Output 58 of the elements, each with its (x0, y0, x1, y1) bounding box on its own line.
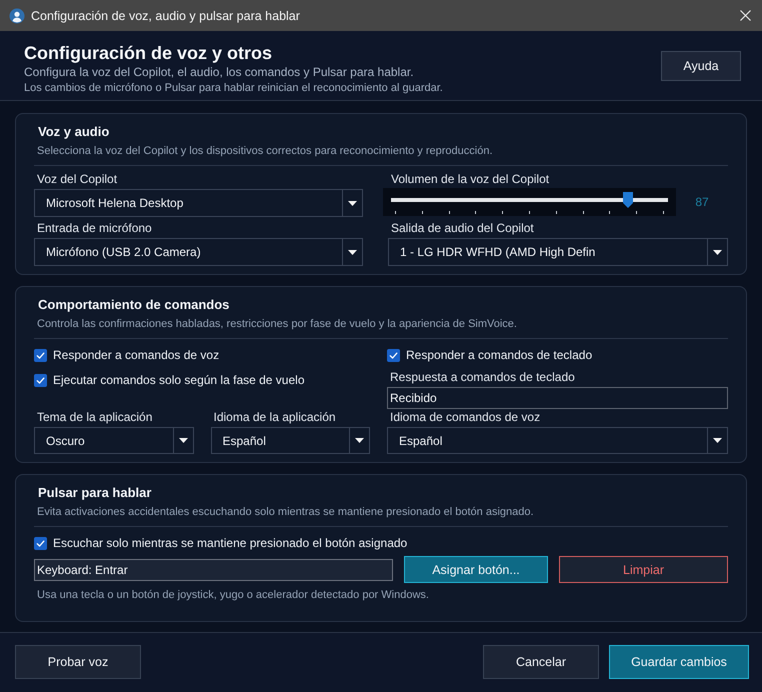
slider-thumb[interactable] (623, 192, 634, 208)
clear-button[interactable]: Limpiar (559, 556, 728, 583)
key-binding-field[interactable]: Keyboard: Entrar (34, 558, 393, 580)
field-label: Respuesta a comandos de teclado (390, 370, 575, 384)
close-icon[interactable] (740, 10, 751, 21)
text-field[interactable]: Recibido (387, 387, 728, 409)
caret-icon (713, 250, 722, 254)
field-label: Idioma de la aplicación (214, 410, 336, 424)
slider-tick (528, 211, 530, 214)
checkbox[interactable] (34, 536, 47, 550)
caret-icon (355, 438, 364, 443)
slider-tick (395, 211, 396, 214)
app-icon (9, 8, 25, 24)
slider-tick (422, 211, 423, 214)
checkbox[interactable] (34, 374, 47, 386)
hint-text: Usa una tecla o un botón de joystick, yugo o acelerador detectado por Windows. (37, 589, 429, 601)
dropdown[interactable]: Español (387, 427, 728, 454)
section-title: Comportamiento de comandos (38, 296, 230, 314)
checkbox-label[interactable]: Responder a comandos de voz (53, 348, 220, 362)
dropdown[interactable]: Microsoft Helena Desktop (34, 189, 363, 217)
dialog-note: Los cambios de micrófono o Pulsar para hablar reinician el reconocimiento al guardar. (24, 81, 443, 96)
section-title: Voz y audio (38, 123, 110, 141)
section-title: Pulsar para hablar (38, 484, 152, 502)
field-label: Tema de la aplicación (37, 410, 152, 424)
assign-button[interactable]: Asignar botón... (404, 556, 548, 583)
section-description: Evita activaciones accidentales escuchando solo mientras se mantiene presionado el botón asignado. (37, 505, 534, 520)
checkbox-label[interactable]: Escuchar solo mientras se mantiene presionado el botón asignado (53, 536, 408, 550)
checkbox-label[interactable]: Ejecutar comandos solo según la fase de vuelo (53, 373, 304, 387)
checkbox-label[interactable]: Responder a comandos de teclado (406, 348, 592, 362)
caret-icon (713, 438, 722, 443)
slider-tick (636, 211, 638, 214)
save-button[interactable]: Guardar cambios (609, 645, 749, 679)
test-voice-button[interactable]: Probar voz (15, 645, 141, 679)
caret-icon (348, 200, 357, 206)
section-description: Controla las confirmaciones habladas, restricciones por fase de vuelo y la apariencia de SimVoice. (37, 317, 517, 332)
field-label: Idioma de comandos de voz (390, 410, 540, 424)
field-label: Voz del Copilot (37, 172, 118, 186)
slider-tick (502, 211, 504, 214)
caret-icon (348, 250, 357, 254)
slider-tick (662, 211, 664, 214)
window-title: Configuración de voz, audio y pulsar para hablar (31, 8, 300, 22)
field-label: Volumen de la voz del Copilot (391, 172, 550, 186)
checkbox[interactable] (387, 348, 400, 362)
help-button[interactable]: Ayuda (661, 51, 741, 81)
checkbox[interactable] (34, 348, 47, 362)
cancel-button[interactable]: Cancelar (483, 645, 599, 679)
dropdown[interactable]: 1 - LG HDR WFHD (AMD High Defin (388, 238, 728, 266)
dropdown[interactable]: Micrófono (USB 2.0 Camera) (34, 238, 363, 266)
field-label: Salida de audio del Copilot (391, 221, 534, 235)
dialog-heading: Configuración de voz y otros (24, 42, 272, 64)
field-label: Entrada de micrófono (37, 221, 152, 235)
slider-tick (556, 211, 557, 214)
dialog-subtitle: Configura la voz del Copilot, el audio, los comandos y Pulsar para hablar. (24, 64, 414, 80)
dropdown[interactable]: Español (210, 427, 370, 454)
dropdown[interactable]: Oscuro (34, 427, 194, 454)
volume-value: 87 (695, 195, 709, 209)
section-description: Selecciona la voz del Copilot y los dispositivos correctos para reconocimiento y reproducción. (37, 144, 493, 159)
caret-icon (178, 438, 188, 443)
